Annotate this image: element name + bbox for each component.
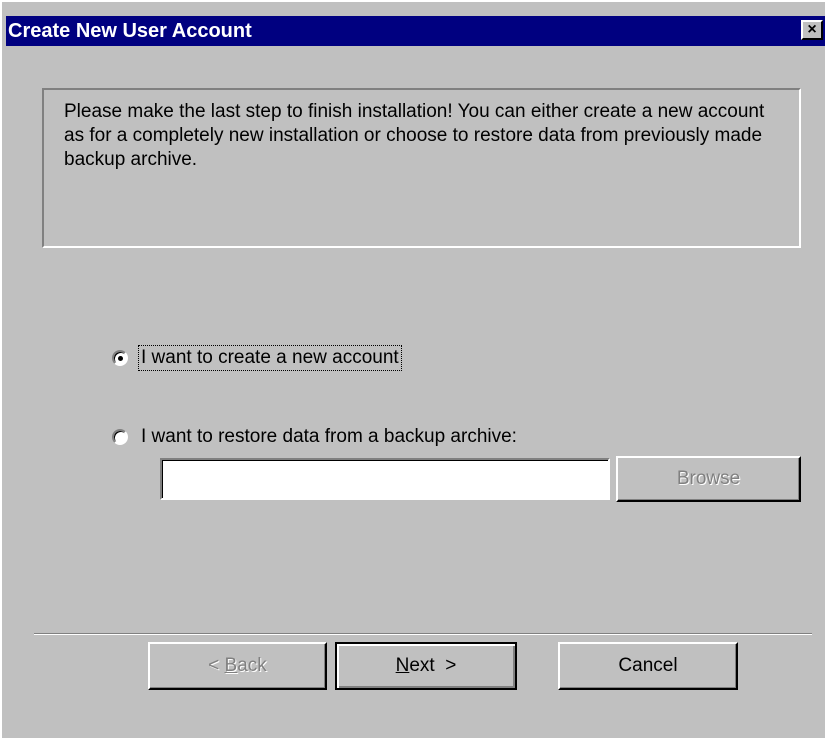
info-text: Please make the last step to finish inst… — [64, 101, 765, 170]
create-account-radio[interactable] — [112, 350, 128, 366]
window-title: Create New User Account — [8, 20, 252, 42]
create-account-label[interactable]: I want to create a new account — [138, 345, 402, 371]
back-button[interactable]: < Back — [148, 642, 327, 690]
restore-backup-option[interactable]: I want to restore data from a backup arc… — [112, 424, 518, 450]
backup-path-input[interactable] — [160, 458, 610, 500]
next-button-label: Next > — [395, 655, 457, 676]
close-icon: × — [807, 21, 817, 38]
cancel-button-label: Cancel — [618, 655, 678, 676]
create-user-dialog: Create New User Account × Please make th… — [0, 0, 825, 738]
browse-button-label: Browse — [676, 468, 741, 489]
cancel-button[interactable]: Cancel — [558, 642, 738, 690]
info-panel: Please make the last step to finish inst… — [42, 88, 801, 248]
restore-backup-label[interactable]: I want to restore data from a backup arc… — [140, 426, 518, 448]
restore-backup-radio[interactable] — [112, 429, 128, 445]
separator — [34, 633, 812, 635]
next-button[interactable]: Next > — [335, 642, 517, 690]
back-button-label: < Back — [208, 655, 267, 676]
title-bar: Create New User Account × — [6, 16, 825, 46]
browse-button[interactable]: Browse — [616, 456, 801, 502]
close-button[interactable]: × — [801, 20, 823, 40]
create-account-option[interactable]: I want to create a new account — [112, 345, 402, 371]
